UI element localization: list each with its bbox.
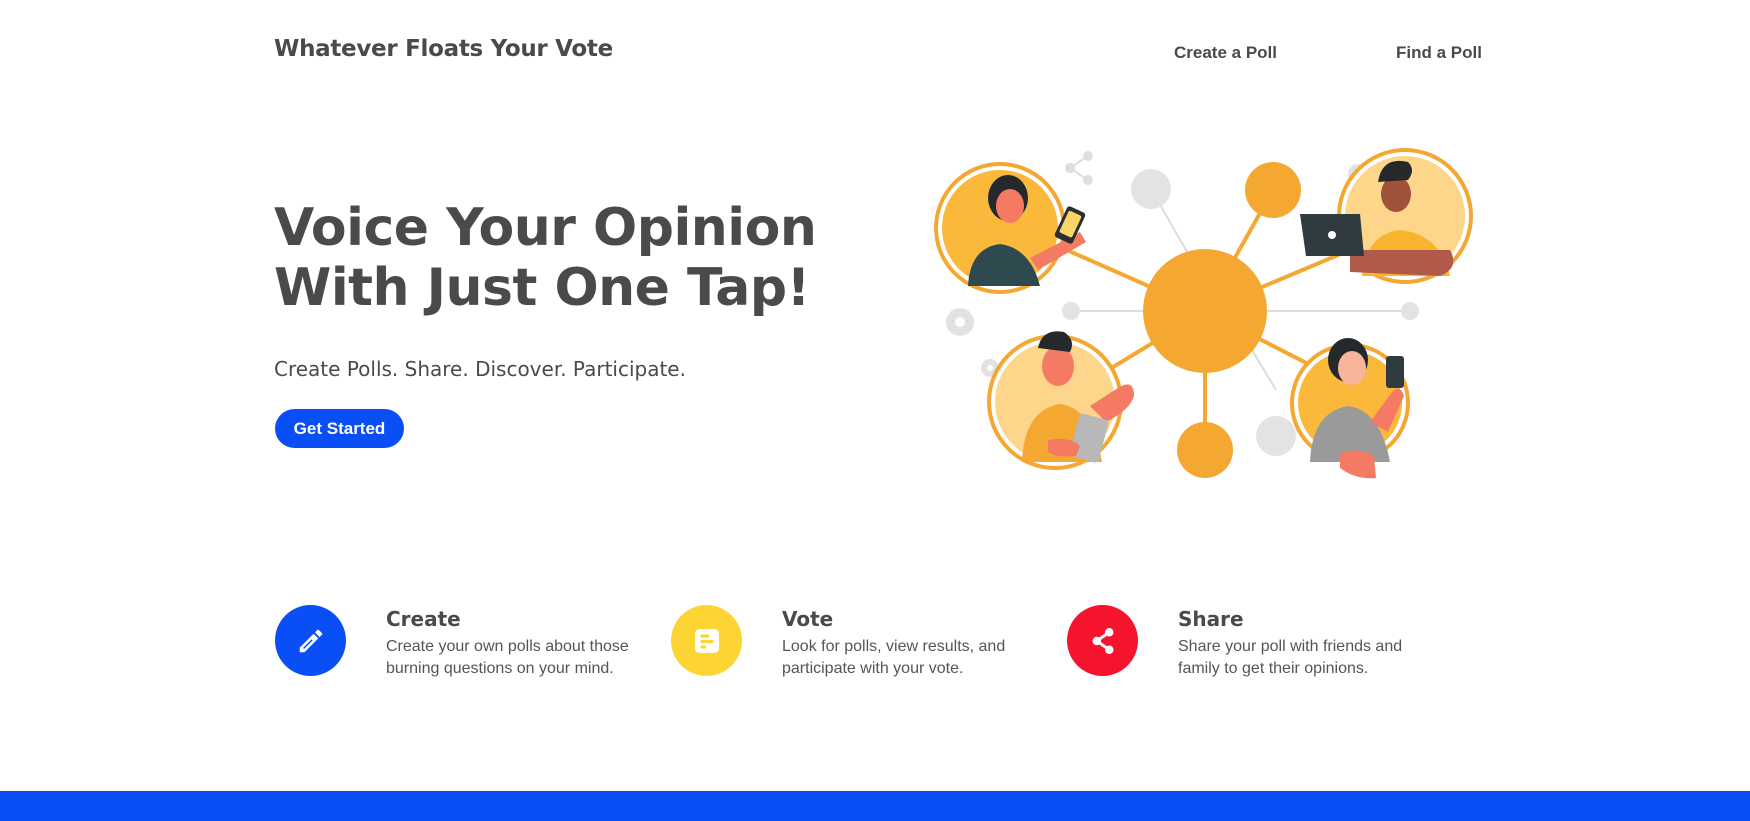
hero-title: Voice Your Opinion With Just One Tap!	[274, 198, 834, 318]
brand-title[interactable]: Whatever Floats Your Vote	[274, 36, 613, 62]
hero-subtitle: Create Polls. Share. Discover. Participa…	[274, 357, 686, 381]
hero-illustration	[934, 148, 1473, 479]
feature-vote: Vote Look for polls, view results, and p…	[671, 605, 1051, 685]
feature-share: Share Share your poll with friends and f…	[1067, 605, 1447, 685]
hero-title-line-2: With Just One Tap!	[274, 258, 810, 318]
share-icon	[1067, 605, 1138, 676]
nav-create-poll[interactable]: Create a Poll	[1174, 43, 1277, 63]
get-started-button[interactable]: Get Started	[275, 409, 404, 448]
feature-create: Create Create your own polls about those…	[275, 605, 655, 685]
feature-share-title: Share	[1178, 607, 1244, 631]
footer-bar	[0, 791, 1750, 821]
feature-share-description: Share your poll with friends and family …	[1178, 638, 1403, 677]
feature-vote-description: Look for polls, view results, and partic…	[782, 638, 1006, 677]
feature-create-description: Create your own polls about those burnin…	[386, 638, 629, 677]
feature-vote-title: Vote	[782, 607, 834, 631]
feature-create-title: Create	[386, 607, 461, 631]
nav-find-poll[interactable]: Find a Poll	[1396, 43, 1482, 63]
hero-title-line-1: Voice Your Opinion	[274, 198, 817, 258]
pencil-icon	[275, 605, 346, 676]
poll-icon	[671, 605, 742, 676]
